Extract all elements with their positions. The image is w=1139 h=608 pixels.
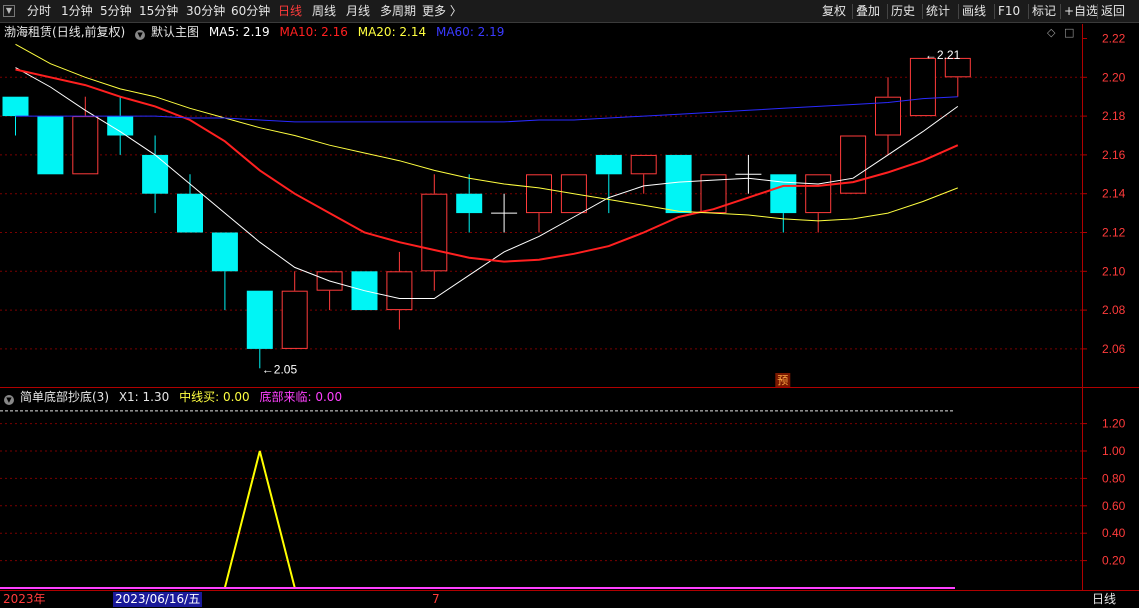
candle-body-up — [421, 193, 448, 272]
main-y-tick-label: 2.06 — [1102, 342, 1126, 356]
candle-body-down — [211, 232, 238, 272]
price-annotation: ←2.21 — [925, 48, 961, 62]
candle-body-down — [246, 290, 273, 349]
candle-body-up — [281, 290, 308, 349]
main-y-tick-label: 2.10 — [1102, 264, 1126, 278]
period-label[interactable]: 日线 — [1092, 592, 1116, 607]
main-y-tick-label: 2.14 — [1102, 187, 1126, 201]
main-y-tick-label: 2.16 — [1102, 148, 1126, 162]
sub-y-tick-label: 1.00 — [1102, 444, 1126, 458]
date-axis-bar: 2023年 2023/06/16/五 7 日线 — [0, 591, 1139, 608]
main-y-tick-label: 2.22 — [1102, 32, 1126, 46]
candle-body-down — [37, 116, 64, 175]
candle-body-up — [840, 135, 867, 194]
main-y-tick-label: 2.12 — [1102, 226, 1126, 240]
sub-y-tick-label: 0.80 — [1102, 471, 1126, 485]
sub-y-tick-label: 1.20 — [1102, 417, 1126, 431]
sub-y-tick-label: 0.60 — [1102, 499, 1126, 513]
candle-body-down — [595, 154, 622, 175]
candle-body-up — [386, 271, 413, 311]
main-y-tick-label: 2.20 — [1102, 70, 1126, 84]
year-label: 2023年 — [3, 592, 46, 606]
candle-body-down — [665, 154, 692, 214]
candle-body-up — [526, 174, 552, 214]
forecast-badge-label: 预 — [777, 374, 788, 387]
month-label: 7 — [432, 592, 440, 606]
x1-signal-line — [223, 450, 296, 589]
main-y-tick-label: 2.08 — [1102, 303, 1126, 317]
main-y-tick-label: 2.18 — [1102, 109, 1126, 123]
candle-body-down — [177, 193, 203, 233]
candle-body-down — [456, 193, 483, 214]
sub-y-tick-label: 0.20 — [1102, 554, 1126, 568]
cursor-date-label: 2023/06/16/五 — [113, 592, 203, 607]
candle-body-down — [142, 154, 169, 194]
candle-body-up — [909, 57, 936, 117]
candle-body-down — [2, 96, 29, 117]
price-annotation: ←2.05 — [262, 362, 298, 376]
candle-body-down — [770, 174, 797, 214]
candle-body-up — [630, 154, 657, 175]
ma-line-ma60 — [15, 96, 958, 123]
candle-body-up — [72, 116, 99, 175]
kline-chart[interactable]: 2.22 2.20 2.18 2.16 2.14 2.12 2.10 2.08 2.06 1.20… — [0, 0, 1139, 608]
sub-y-tick-label: 0.40 — [1102, 526, 1126, 540]
candle-body-up — [805, 174, 832, 214]
